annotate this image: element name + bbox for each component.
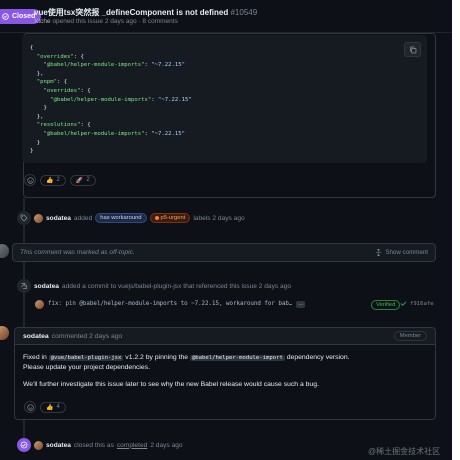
code-line: "resolutions": { xyxy=(36,122,91,129)
comment-paragraph-1: Fixed in @vue/babel-plugin-jsx v1.2.2 by… xyxy=(23,353,427,363)
rocket-icon: 🚀 xyxy=(75,177,84,184)
verified-badge[interactable]: Verified xyxy=(371,300,401,310)
tag-icon xyxy=(20,214,28,222)
comment-meta: commented 2 days ago xyxy=(51,332,123,340)
reaction-count: 4 xyxy=(56,404,60,410)
issue-closed-icon xyxy=(20,441,28,449)
event-action: added xyxy=(73,214,93,222)
issue-opened-text: opened this issue 2 days ago · 8 comment… xyxy=(52,18,178,25)
issue-header: Closed vue使用tsx突然报 _defineComponent is n… xyxy=(0,0,452,33)
label-p5-urgent[interactable]: p5-urgent xyxy=(149,213,191,223)
text: v1.2.2 by pinning the xyxy=(123,354,190,361)
comment-2-header: sodatea commented 2 days ago Member xyxy=(14,327,436,344)
avatar[interactable] xyxy=(0,244,9,258)
commit-event: sodatea added a commit to vuejs/babel-pl… xyxy=(17,279,291,293)
code-line: "@babel/helper-module-imports": "~7.22.1… xyxy=(43,130,185,137)
comment-author-link[interactable]: sodatea xyxy=(23,333,49,340)
code-line: } xyxy=(30,139,41,146)
unfold-icon xyxy=(376,249,382,256)
label-event: sodatea added has workaround p5-urgent l… xyxy=(17,211,245,225)
event-user-link[interactable]: sodatea xyxy=(46,215,71,222)
add-reaction-button[interactable] xyxy=(24,401,36,413)
offtopic-comment: This comment was marked as off-topic. Sh… xyxy=(12,243,436,262)
code-line: "overrides": { xyxy=(36,53,84,60)
timeline-line xyxy=(23,262,25,327)
reaction-count: 2 xyxy=(56,177,60,183)
issue-number: #10549 xyxy=(230,8,258,17)
issue-screen: Closed vue使用tsx突然报 _defineComponent is n… xyxy=(0,0,452,460)
inline-code: @babel/helper-module-import xyxy=(189,355,285,361)
thumbs-up-icon: 👍 xyxy=(46,404,54,411)
event-time: 2 days ago xyxy=(150,441,183,449)
cross-reference-icon-wrap xyxy=(17,279,31,293)
add-reaction-button[interactable] xyxy=(24,174,36,186)
comment-paragraph-3: We'll further investigate this issue lat… xyxy=(23,381,319,388)
member-badge: Member xyxy=(393,331,427,341)
reactions-row-2: 👍 4 xyxy=(24,401,66,413)
smiley-icon xyxy=(26,176,34,184)
issue-subtitle: Xtche opened this issue 2 days ago · 8 c… xyxy=(34,18,178,25)
thumbs-up-icon: 👍 xyxy=(46,177,54,184)
offtopic-text: This comment was marked as off-topic. xyxy=(20,249,135,256)
smiley-icon xyxy=(26,403,34,411)
code-line: "@babel/helper-module-imports": "~7.22.1… xyxy=(43,62,185,69)
check-icon xyxy=(400,301,407,306)
code-line: } xyxy=(30,105,47,112)
code-line: { xyxy=(30,45,34,51)
code-line: }, xyxy=(30,113,44,120)
reaction-thumbs-up[interactable]: 👍 4 xyxy=(40,401,66,413)
issue-title: vue使用tsx突然报 _defineComponent is not defi… xyxy=(34,7,257,18)
code-line: "pnpm": { xyxy=(36,79,68,86)
avatar[interactable] xyxy=(0,326,9,340)
commit-sha-link[interactable]: f916afe xyxy=(410,301,434,307)
reaction-rocket[interactable]: 🚀 2 xyxy=(69,174,96,186)
avatar[interactable] xyxy=(34,440,43,450)
issue-title-text: vue使用tsx突然报 _defineComponent is not defi… xyxy=(34,8,229,17)
code-line: "overrides": { xyxy=(43,87,91,94)
event-user-link[interactable]: sodatea xyxy=(34,283,59,290)
completed-link[interactable]: completed xyxy=(117,442,147,449)
code-line: "@babel/helper-module-imports": "~7.22.1… xyxy=(50,96,192,103)
avatar[interactable] xyxy=(35,299,44,309)
closed-event: sodatea closed this as completed 2 days … xyxy=(17,438,183,452)
tag-icon-wrap xyxy=(17,211,31,225)
code-block: { "overrides": { "@babel/helper-module-i… xyxy=(22,35,427,163)
inline-code-link[interactable]: @vue/babel-plugin-jsx xyxy=(48,355,124,361)
event-text: closed this as xyxy=(73,441,114,449)
event-suffix: labels 2 days ago xyxy=(193,214,245,222)
label-has-workaround[interactable]: has workaround xyxy=(95,213,147,223)
reaction-count: 2 xyxy=(86,177,90,183)
show-comment-button[interactable]: Show comment xyxy=(375,249,428,256)
commit-sha: f916afe xyxy=(400,300,434,307)
status-label: Closed xyxy=(12,13,36,20)
reactions-row-1: 👍 2 🚀 2 xyxy=(24,174,96,186)
comment-paragraph-2: Please update your project dependencies. xyxy=(23,364,150,371)
copy-icon xyxy=(409,46,416,53)
cross-reference-icon xyxy=(21,283,27,289)
commit-message-link[interactable]: fix: pin @babel/helper-module-imports to… xyxy=(48,301,292,307)
avatar[interactable] xyxy=(34,213,43,223)
event-text: added a commit to vuejs/babel-plugin-jsx… xyxy=(61,282,291,290)
reaction-thumbs-up[interactable]: 👍 2 xyxy=(40,174,66,186)
expand-commit-button[interactable]: … xyxy=(296,300,306,308)
text: Fixed in xyxy=(23,354,49,361)
text: dependency version. xyxy=(284,354,350,361)
issue-author-link[interactable]: Xtche xyxy=(34,18,51,25)
comment-2-body: Fixed in @vue/babel-plugin-jsx v1.2.2 by… xyxy=(14,344,436,420)
code-line: } xyxy=(30,148,34,155)
urgent-dot-icon xyxy=(154,216,159,220)
closed-issue-icon xyxy=(2,13,9,20)
copy-button[interactable] xyxy=(404,42,421,57)
watermark: @稀土掘金技术社区 xyxy=(368,447,441,456)
label-text: p5-urgent xyxy=(160,215,186,221)
closed-icon-wrap xyxy=(17,438,31,452)
code-line: }, xyxy=(30,70,44,77)
event-user-link[interactable]: sodatea xyxy=(46,442,71,449)
show-comment-label: Show comment xyxy=(385,249,428,256)
